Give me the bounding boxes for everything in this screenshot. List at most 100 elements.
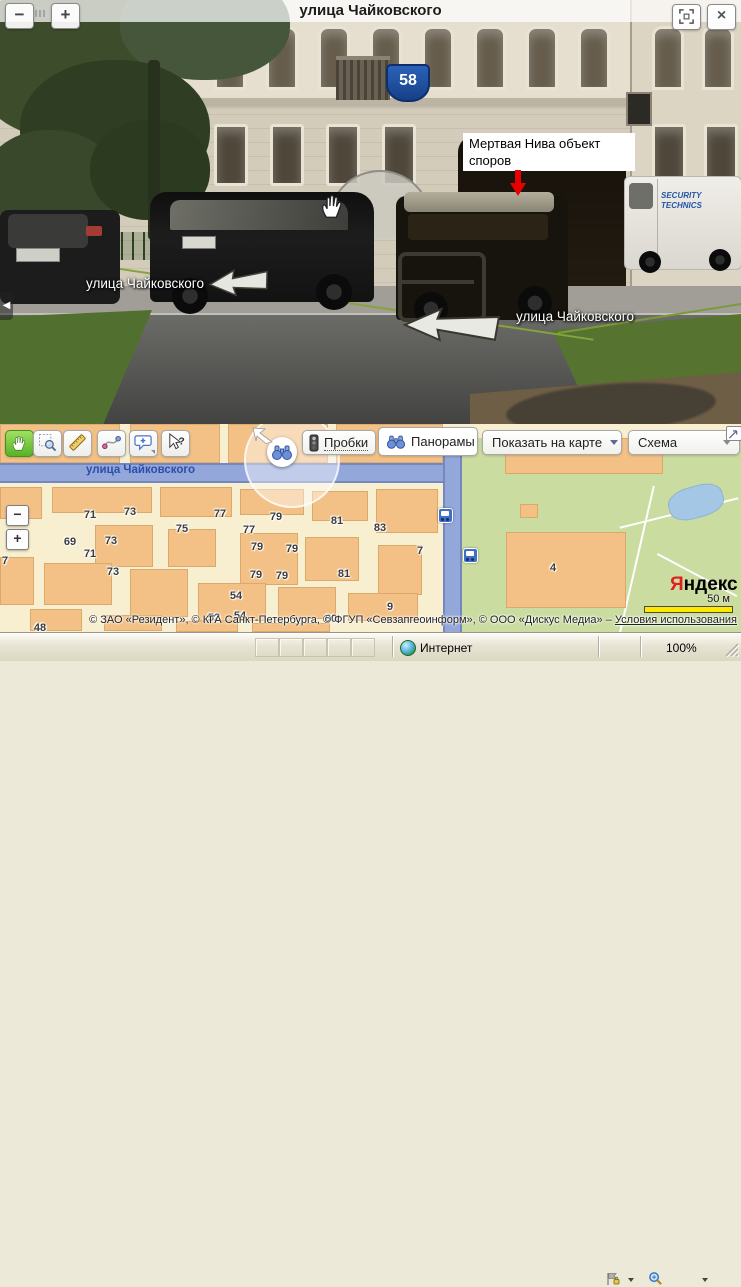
- status-pane: [327, 638, 351, 657]
- status-pane: [303, 638, 327, 657]
- close-panorama-button[interactable]: ×: [707, 4, 736, 30]
- wall-sign: [626, 92, 652, 126]
- map-building: [130, 569, 188, 617]
- street-nav-arrow-left[interactable]: [207, 263, 272, 302]
- street-nav-arrow-right[interactable]: [400, 300, 503, 351]
- facade-window: [214, 124, 248, 186]
- panoramas-button[interactable]: Панорамы: [378, 427, 478, 456]
- browser-zoom-level[interactable]: 100%: [666, 641, 697, 655]
- facade-window: [702, 26, 734, 90]
- van-window: [629, 183, 653, 209]
- terms-of-use-link[interactable]: Условия использования: [615, 614, 737, 626]
- annotation-arrow: [509, 170, 527, 196]
- traffic-button[interactable]: Пробки: [302, 430, 376, 455]
- house-number: 77: [214, 508, 226, 520]
- pane-divider: [640, 636, 641, 657]
- map-building: [44, 563, 112, 605]
- wheel: [709, 249, 731, 271]
- map-street-label: улица Чайковского: [86, 464, 195, 476]
- street-label-left: улица Чайковского: [86, 276, 204, 291]
- facade-window: [526, 26, 558, 90]
- map-building: [305, 537, 359, 581]
- house-number: 9: [387, 601, 393, 613]
- house-number: 81: [331, 515, 343, 527]
- traffic-light-icon: [309, 434, 319, 452]
- show-on-map-label: Показать на карте: [492, 435, 602, 450]
- chevron-down-icon[interactable]: [702, 1278, 708, 1282]
- status-pane: [255, 638, 279, 657]
- chevron-down-icon: [610, 440, 618, 445]
- add-comment-tool-button[interactable]: [129, 430, 158, 457]
- copyright-text: © ЗАО «Резидент», © КГА Санкт-Петербурга…: [89, 614, 615, 626]
- niva-roof: [404, 192, 554, 212]
- status-pane: [351, 638, 375, 657]
- white-van: SECURITY TECHNICS: [624, 176, 741, 270]
- house-number: 79: [276, 570, 288, 582]
- house-number: 79: [250, 569, 262, 581]
- route-icon: [102, 433, 121, 452]
- protected-mode-flag-icon[interactable]: [605, 1271, 621, 1287]
- magnifier-select-icon: [38, 433, 57, 452]
- zoom-magnifier-icon: [648, 1271, 663, 1286]
- van-logo-text: SECURITY TECHNICS: [661, 191, 702, 211]
- map-expand-button[interactable]: [726, 426, 741, 441]
- security-zone-label[interactable]: Интернет: [420, 641, 472, 655]
- map-view[interactable]: улица Чайковского − +: [0, 424, 741, 632]
- hand-icon: [10, 434, 28, 452]
- balcony: [336, 56, 390, 100]
- map-building: [520, 504, 538, 518]
- chevron-down-icon[interactable]: [628, 1278, 634, 1282]
- map-zoom-in-button[interactable]: +: [6, 529, 29, 550]
- house-number: 73: [124, 506, 136, 518]
- annotation-note: Мертвая Нива объект споров: [463, 133, 635, 171]
- license-plate: [16, 248, 60, 262]
- cursor-question-icon: ?: [166, 433, 185, 452]
- map-street-horizontal: [0, 463, 462, 483]
- pano-zoom-out-button[interactable]: −: [5, 3, 34, 29]
- svg-text:?: ?: [178, 436, 184, 447]
- zoom-select-tool-button[interactable]: [33, 430, 62, 457]
- house-number: 73: [107, 566, 119, 578]
- house-number: 79: [270, 511, 282, 523]
- map-building: [95, 525, 153, 567]
- ruler-tool-button[interactable]: [63, 430, 92, 457]
- binoculars-icon: [271, 444, 293, 460]
- panorama-view[interactable]: SECURITY TECHNICS 58 улица Чайковского у…: [0, 0, 741, 424]
- pano-zoom-in-button[interactable]: +: [51, 3, 80, 29]
- map-building: [240, 533, 298, 585]
- map-zoom-out-button[interactable]: −: [6, 505, 29, 526]
- status-bar: Интернет 100%: [0, 632, 741, 661]
- inspector-tool-button[interactable]: ?: [161, 430, 190, 457]
- pane-divider: [598, 636, 599, 657]
- pano-nav-back-arrow[interactable]: ◀: [0, 292, 13, 320]
- fullscreen-button[interactable]: [672, 4, 701, 30]
- house-number: 7: [417, 545, 423, 557]
- pan-tool-button[interactable]: [5, 430, 34, 457]
- show-on-map-dropdown[interactable]: Показать на карте: [482, 430, 622, 455]
- map-building: [378, 545, 422, 595]
- resize-grip[interactable]: [723, 641, 739, 657]
- zoom-slider-icon: [35, 10, 47, 17]
- view-direction-arrow: [250, 425, 276, 445]
- pano-title: улица Чайковского: [0, 2, 741, 19]
- map-scale-bar: [644, 606, 733, 613]
- bus-stop-icon: [463, 548, 478, 563]
- map-building: [52, 487, 152, 513]
- house-number: 81: [338, 568, 350, 580]
- map-scale-label: 50 м: [700, 593, 730, 605]
- park-pond: [665, 479, 728, 525]
- map-copyright: © ЗАО «Резидент», © КГА Санкт-Петербурга…: [0, 614, 737, 626]
- traffic-button-label: Пробки: [324, 435, 368, 451]
- route-tool-button[interactable]: [97, 430, 126, 457]
- status-pane: [279, 638, 303, 657]
- internet-zone-globe-icon: [400, 640, 416, 656]
- fullscreen-icon: [678, 8, 695, 25]
- map-building: [506, 532, 626, 608]
- scheme-label: Схема: [638, 435, 677, 450]
- scheme-dropdown[interactable]: Схема: [628, 430, 740, 455]
- map-street-vertical: [443, 442, 462, 632]
- house-number: 79: [251, 541, 263, 553]
- hand-cursor-icon: [318, 192, 346, 220]
- house-number: 79: [286, 543, 298, 555]
- car-window: [8, 214, 88, 248]
